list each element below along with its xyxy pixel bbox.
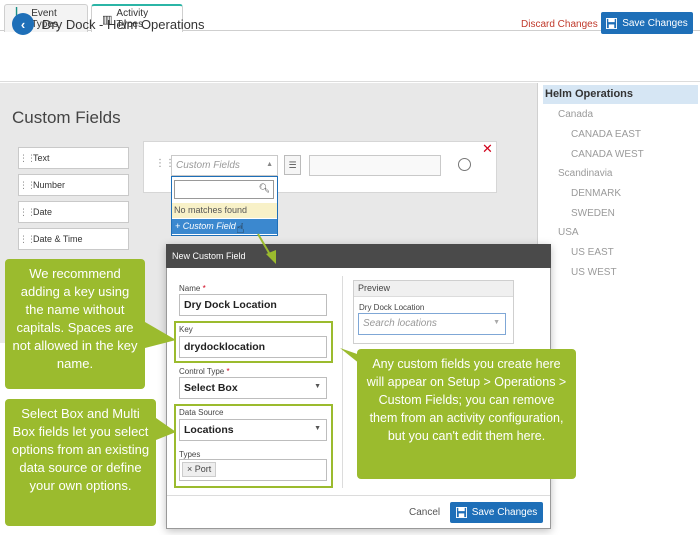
key-callout: We recommend adding a key using the name… [5,259,145,389]
custom-fields-callout: Any custom fields you create here will a… [357,349,576,479]
callout-pointer [145,322,176,348]
select-box-callout: Select Box and Multi Box fields let you … [5,399,156,526]
callout-pointer [156,418,176,440]
